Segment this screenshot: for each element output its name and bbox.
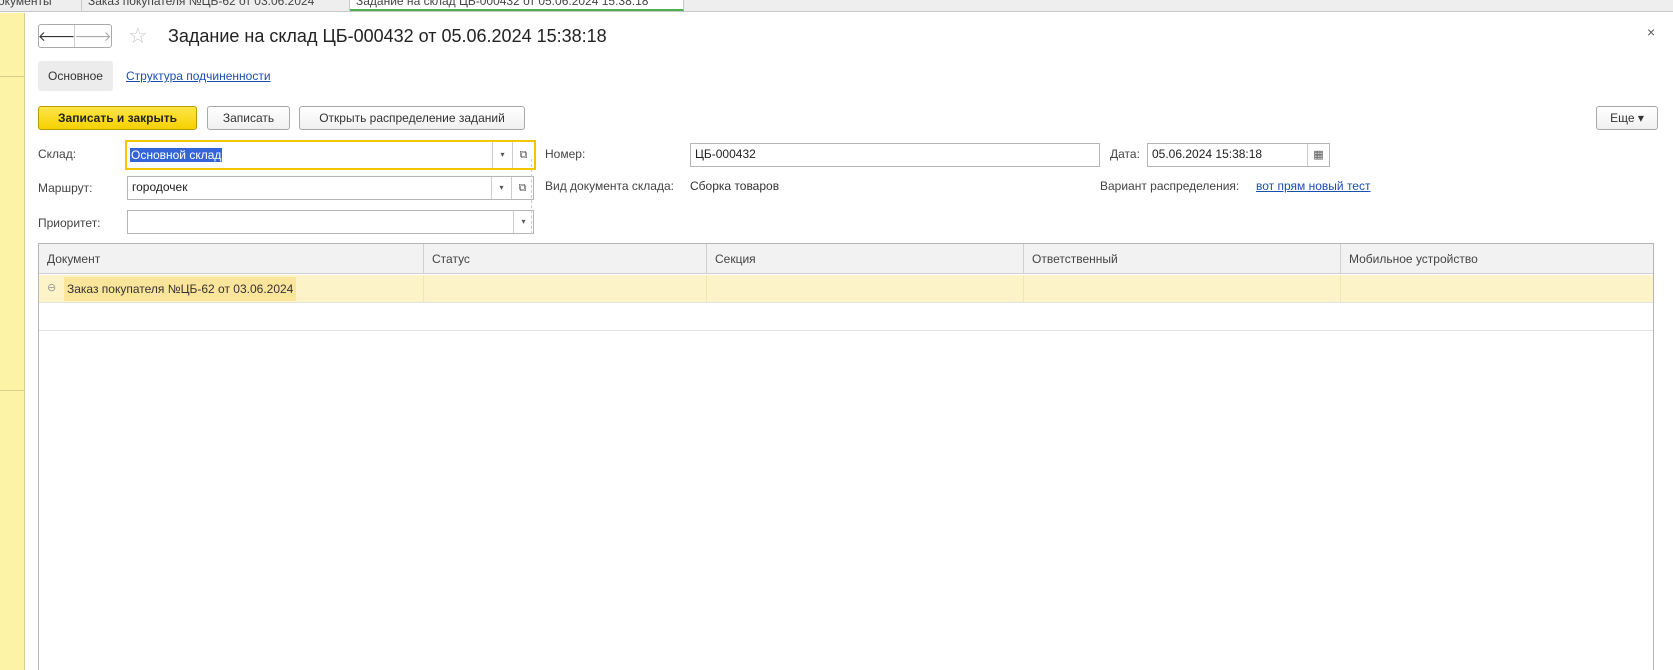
date-value: 05.06.2024 15:38:18 [1152, 147, 1263, 161]
column-header-status[interactable]: Статус [424, 244, 707, 274]
panel-divider [0, 76, 25, 77]
tab-subordination-structure[interactable]: Структура подчиненности [126, 69, 271, 83]
more-button[interactable]: Еще ▾ [1596, 106, 1658, 130]
device-cell [1341, 275, 1655, 302]
left-panel [0, 13, 25, 670]
route-label: Маршрут: [38, 181, 93, 195]
column-header-document[interactable]: Документ [39, 244, 424, 274]
open-distribution-button[interactable]: Открыть распределение заданий [299, 106, 525, 130]
table-header: Документ Статус Секция Ответственный Моб… [39, 244, 1653, 274]
dropdown-icon[interactable]: ▾ [513, 211, 533, 233]
dropdown-icon[interactable]: ▾ [492, 142, 512, 168]
date-field[interactable]: 05.06.2024 15:38:18 ▦ [1147, 143, 1330, 167]
number-field[interactable]: ЦБ-000432 [690, 143, 1100, 167]
open-icon[interactable]: ⧉ [511, 177, 533, 199]
variant-label: Вариант распределения: [1100, 179, 1240, 193]
tab-warehouse-task[interactable]: Задание на склад ЦБ-000432 от 05.06.2024… [350, 0, 684, 11]
priority-label: Приоритет: [38, 216, 101, 230]
column-header-responsible[interactable]: Ответственный [1024, 244, 1341, 274]
warehouse-value: Основной склад [130, 148, 223, 162]
column-header-mobile-device[interactable]: Мобильное устройство [1341, 244, 1655, 274]
tab-main[interactable]: Основное [38, 61, 113, 91]
number-label: Номер: [545, 147, 586, 161]
document-value: Заказ покупателя №ЦБ-62 от 03.06.2024 [64, 277, 297, 301]
window-tab-strip: окументы Заказ покупателя №ЦБ-62 от 03.0… [0, 0, 1673, 12]
table-row[interactable]: ⊖ Заказ покупателя №ЦБ-62 от 03.06.2024 [39, 275, 1653, 303]
close-icon[interactable]: × [1647, 24, 1655, 40]
dropdown-icon[interactable]: ▾ [491, 177, 511, 199]
doc-type-label: Вид документа склада: [545, 179, 674, 193]
save-button[interactable]: Записать [207, 106, 290, 130]
column-divider [531, 159, 532, 234]
variant-link[interactable]: вот прям новый тест [1256, 179, 1370, 193]
documents-table: Документ Статус Секция Ответственный Моб… [38, 243, 1654, 670]
status-cell [424, 275, 707, 302]
page-title: Задание на склад ЦБ-000432 от 05.06.2024… [168, 26, 607, 46]
forward-arrow-icon[interactable]: 🡒 [74, 25, 112, 47]
tab-customer-order[interactable]: Заказ покупателя №ЦБ-62 от 03.06.2024 [82, 0, 350, 11]
date-label: Дата: [1110, 147, 1140, 161]
panel-divider [0, 390, 25, 391]
save-and-close-button[interactable]: Записать и закрыть [38, 106, 197, 130]
route-value: городочек [132, 180, 188, 194]
priority-field[interactable]: ▾ [127, 210, 534, 234]
responsible-cell [1024, 275, 1341, 302]
warehouse-field[interactable]: Основной склад ▾ ⧉ [125, 140, 536, 170]
collapse-icon[interactable]: ⊖ [47, 281, 56, 295]
document-cell: ⊖ Заказ покупателя №ЦБ-62 от 03.06.2024 [39, 275, 424, 302]
back-arrow-icon[interactable]: 🡐 [38, 25, 75, 47]
route-field[interactable]: городочек ▾ ⧉ [127, 176, 534, 200]
section-cell [707, 275, 1024, 302]
navigation-buttons: 🡐 🡒 [38, 24, 112, 48]
table-row-empty [39, 303, 1653, 331]
favorite-star-icon[interactable]: ☆ [128, 24, 148, 48]
doc-type-value: Сборка товаров [690, 179, 780, 193]
calendar-icon[interactable]: ▦ [1307, 144, 1329, 166]
warehouse-label: Склад: [38, 147, 77, 161]
tab-documents[interactable]: окументы [0, 0, 82, 11]
column-header-section[interactable]: Секция [707, 244, 1024, 274]
